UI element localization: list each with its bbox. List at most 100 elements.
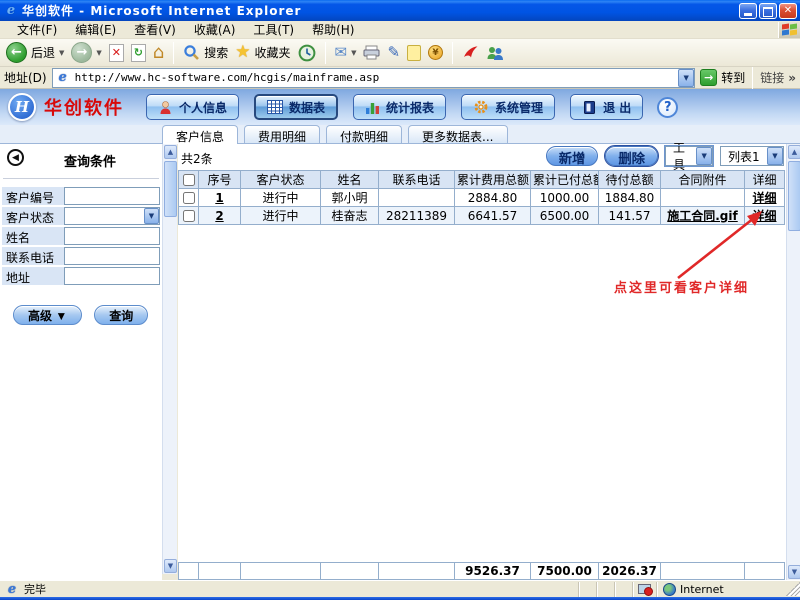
scroll-down-icon[interactable]: ▼ [788,565,800,579]
col-detail: 详细 [745,171,785,189]
fee-cell: 2884.80 [455,189,531,207]
status-panel [596,582,614,597]
fee-cell: 6641.57 [455,207,531,225]
resize-grip[interactable] [786,582,800,596]
field-label: 姓名 [2,227,64,245]
scroll-thumb[interactable] [788,161,800,231]
go-button[interactable]: → 转到 [700,69,745,86]
address-input[interactable]: e http://www.hc-software.com/hcgis/mainf… [52,68,696,88]
messenger-button[interactable] [486,45,504,61]
sidebar-actions: 高级 ▼ 查询 [0,305,162,325]
stop-button[interactable]: ✕ [109,44,124,62]
back-label: 后退 [31,44,55,61]
thunder-bird-icon [462,44,479,61]
address-url[interactable]: http://www.hc-software.com/hcgis/mainfra… [75,71,675,84]
seq-link[interactable]: 1 [215,191,223,205]
title-bar: e 华创软件 - Microsoft Internet Explorer ✕ [0,0,800,21]
advanced-button[interactable]: 高级 ▼ [13,305,82,325]
back-button[interactable]: ← 后退 ▼ [6,42,64,63]
nav-exit[interactable]: 退 出 [570,94,643,120]
menu-favorites[interactable]: 收藏(A) [185,20,245,39]
add-button[interactable]: 新增 [546,146,599,166]
scroll-down-icon[interactable]: ▼ [164,559,177,573]
row-checkbox[interactable] [183,192,195,204]
attachment-link[interactable]: 施工合同.gif [667,209,737,223]
print-button[interactable] [363,45,380,60]
menu-tools[interactable]: 工具(T) [244,20,303,39]
toolbar-separator [452,42,453,64]
home-button[interactable]: ⌂ [153,44,164,62]
history-button[interactable] [298,44,316,62]
paid-cell: 6500.00 [531,207,599,225]
refresh-button[interactable]: ↻ [131,44,146,62]
forward-icon: → [71,42,92,63]
favorites-button[interactable]: ★ 收藏夹 [235,44,290,61]
nav-system-admin[interactable]: 系统管理 [461,94,555,120]
back-dropdown-icon[interactable]: ▼ [59,49,64,57]
collapse-sidebar-button[interactable]: ◀ [7,149,24,166]
status-panel [578,582,596,597]
customer-id-input[interactable] [64,187,160,205]
money-search-button[interactable]: ¥ [428,45,443,60]
select-all-checkbox[interactable] [183,174,195,186]
favorites-label: 收藏夹 [255,44,291,61]
tools-dropdown[interactable]: 工具 ▼ [665,146,713,166]
total-due: 2026.37 [599,563,661,580]
due-cell: 1884.80 [599,189,661,207]
nav-statistics[interactable]: 统计报表 [353,94,446,120]
list-arrow-icon[interactable]: ▼ [767,147,783,165]
tab-customer-info[interactable]: 客户信息 [162,125,238,144]
phone-input[interactable] [64,247,160,265]
customer-status-select[interactable]: ▼ [64,207,160,225]
tab-payment-detail[interactable]: 付款明细 [326,125,402,143]
tools-arrow-icon[interactable]: ▼ [696,147,712,165]
addressbar-separator [752,67,753,89]
notes-button[interactable] [407,45,421,61]
scroll-thumb[interactable] [164,161,177,217]
menu-file[interactable]: 文件(F) [8,20,66,39]
row-checkbox[interactable] [183,210,195,222]
nav-personal-info[interactable]: 个人信息 [146,94,239,120]
record-count: 共2条 [181,150,213,167]
window-title: 华创软件 - Microsoft Internet Explorer [22,2,737,19]
scroll-up-icon[interactable]: ▲ [788,145,800,159]
delete-button[interactable]: 删除 [605,146,658,166]
menu-edit[interactable]: 编辑(E) [66,20,125,39]
nav-label: 退 出 [603,99,631,116]
toolbar-separator [173,42,174,64]
nav-label: 数据表 [289,99,325,116]
tab-more-tables[interactable]: 更多数据表... [408,125,507,143]
detail-link[interactable]: 详细 [752,191,776,205]
scroll-up-icon[interactable]: ▲ [164,145,177,159]
menu-view[interactable]: 查看(V) [125,20,185,39]
field-label: 客户编号 [2,187,64,205]
close-button[interactable]: ✕ [779,3,797,19]
menu-help[interactable]: 帮助(H) [303,20,363,39]
address-dropdown-icon[interactable]: ▼ [678,69,694,87]
detail-link[interactable]: 详细 [752,209,776,223]
forward-button[interactable]: → ▼ [71,42,101,63]
search-button[interactable]: 搜索 [183,44,228,61]
mail-button[interactable]: ✉ ▼ [335,45,357,60]
address-input-field[interactable] [64,267,160,285]
minimize-button[interactable] [739,3,757,19]
seq-link[interactable]: 2 [215,209,223,223]
mail-dropdown-icon[interactable]: ▼ [351,49,356,57]
edit-button[interactable]: ✎ [387,45,400,60]
query-button[interactable]: 查询 [94,305,148,325]
brand-name: 华创软件 [44,94,124,120]
help-button[interactable]: ? [657,97,678,118]
browser-window: e 华创软件 - Microsoft Internet Explorer ✕ 文… [0,0,800,600]
app-nav: 个人信息 数据表 统计报表 系统管理 退 出 [146,94,643,120]
internet-globe-icon [663,583,676,596]
name-input[interactable] [64,227,160,245]
select-arrow-icon[interactable]: ▼ [144,208,159,224]
nav-data-tables[interactable]: 数据表 [254,94,338,120]
restore-button[interactable] [759,3,777,19]
list-view-dropdown[interactable]: 列表1 ▼ [720,146,784,166]
thunder-button[interactable] [462,44,479,61]
links-button[interactable]: 链接 » [760,69,796,86]
main-scrollbar[interactable]: ▲ ▼ [786,144,800,580]
tab-fee-detail[interactable]: 费用明细 [244,125,320,143]
sidebar-scrollbar[interactable]: ▲ ▼ [162,144,177,574]
